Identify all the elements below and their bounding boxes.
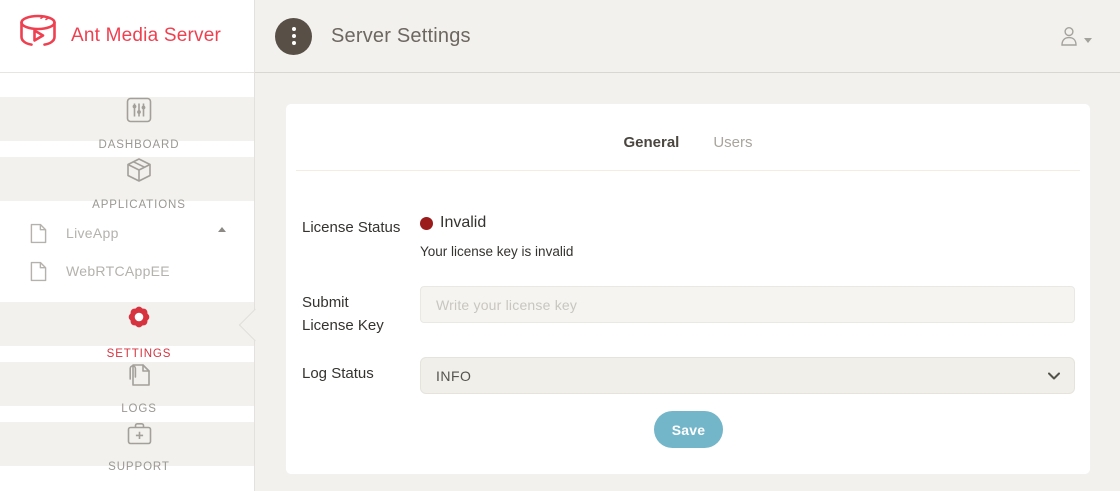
- sidebar-nav: DASHBOARD APPLICATIONS LiveAp: [0, 73, 254, 466]
- sidebar-item-label: SETTINGS: [107, 348, 172, 360]
- sidebar-item-settings[interactable]: SETTINGS: [0, 302, 254, 346]
- sidebar-item-label: SUPPORT: [108, 461, 170, 473]
- server-settings-form: License Status Invalid Your license key …: [286, 171, 1090, 448]
- chevron-down-icon: [1084, 38, 1092, 43]
- tab-general[interactable]: General: [623, 134, 679, 151]
- sidebar-item-label: DASHBOARD: [99, 139, 180, 151]
- logs-paper-icon: [125, 362, 153, 387]
- status-dot-icon: [420, 217, 433, 230]
- dashboard-sliders-icon: [125, 97, 153, 123]
- user-menu[interactable]: [1058, 25, 1092, 47]
- user-icon: [1058, 25, 1080, 47]
- menu-kebab-button[interactable]: [275, 18, 312, 55]
- sidebar-item-label: APPLICATIONS: [92, 199, 186, 211]
- sidebar-item-liveapp[interactable]: LiveApp: [0, 214, 254, 252]
- sidebar-item-label: LOGS: [121, 403, 157, 415]
- file-icon: [28, 261, 48, 282]
- file-icon: [28, 223, 48, 244]
- tab-bar: General Users: [286, 104, 1090, 161]
- log-status-select[interactable]: INFO: [420, 357, 1075, 394]
- license-key-input[interactable]: [420, 286, 1075, 323]
- license-status-row: License Status Invalid Your license key …: [302, 211, 1075, 259]
- gear-icon: [125, 302, 153, 332]
- content: General Users License Status Invalid You…: [255, 73, 1120, 491]
- support-first-aid-icon: [125, 422, 153, 445]
- sidebar-item-logs[interactable]: LOGS: [0, 362, 254, 406]
- main-area: Server Settings General Users License St…: [255, 0, 1120, 491]
- ant-media-logo-icon: [15, 13, 61, 60]
- license-status-label: License Status: [302, 211, 420, 240]
- license-key-row: Submit License Key: [302, 286, 1075, 337]
- page-title: Server Settings: [331, 25, 471, 48]
- applications-box-icon: [125, 157, 153, 183]
- sidebar-item-webrtcappee[interactable]: WebRTCAppEE: [0, 252, 254, 290]
- sidebar-item-label: LiveApp: [66, 225, 119, 241]
- sidebar: Ant Media Server DASHBOARD: [0, 0, 255, 491]
- sidebar-item-applications[interactable]: APPLICATIONS: [0, 157, 254, 201]
- license-status-description: Your license key is invalid: [420, 244, 1075, 259]
- settings-card: General Users License Status Invalid You…: [286, 104, 1090, 474]
- sidebar-item-support[interactable]: SUPPORT: [0, 422, 254, 466]
- log-status-row: Log Status INFO: [302, 357, 1075, 394]
- log-status-label: Log Status: [302, 357, 420, 386]
- license-key-label: Submit License Key: [302, 286, 420, 337]
- save-row: Save: [302, 411, 1075, 448]
- top-header: Server Settings: [255, 0, 1120, 73]
- save-button[interactable]: Save: [654, 411, 724, 448]
- collapse-caret-icon[interactable]: [218, 227, 226, 232]
- license-status-value: Invalid: [440, 214, 486, 232]
- tab-users[interactable]: Users: [713, 134, 752, 151]
- sidebar-item-dashboard[interactable]: DASHBOARD: [0, 97, 254, 141]
- brand-name: Ant Media Server: [71, 25, 221, 47]
- sidebar-item-label: WebRTCAppEE: [66, 263, 170, 279]
- brand-logo[interactable]: Ant Media Server: [0, 0, 254, 73]
